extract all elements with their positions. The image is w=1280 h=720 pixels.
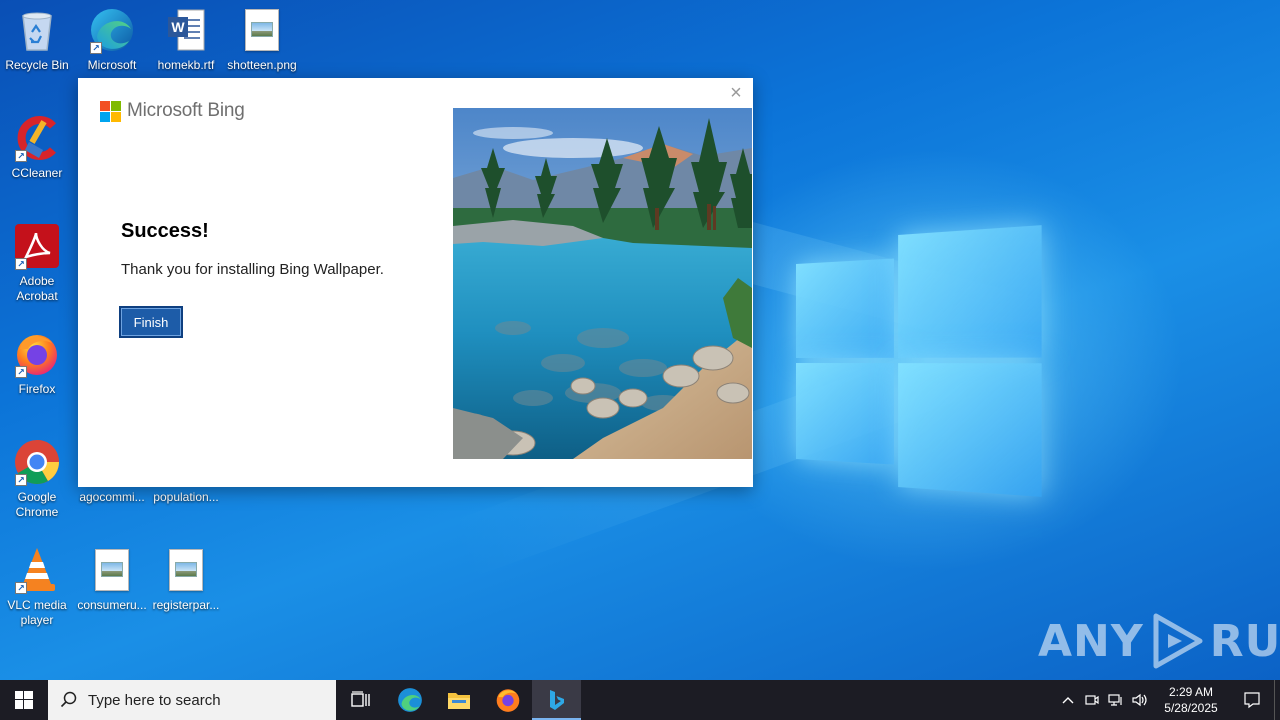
chevron-up-icon xyxy=(1062,697,1074,704)
icon-label: Recycle Bin xyxy=(5,58,69,72)
speaker-icon xyxy=(1132,693,1147,707)
clock-date: 5/28/2025 xyxy=(1164,701,1218,715)
desktop-icon-homekb[interactable]: W homekb.rtf xyxy=(149,6,223,73)
start-button[interactable] xyxy=(0,680,48,720)
camera-icon xyxy=(1085,695,1099,705)
icon-label: homekb.rtf xyxy=(157,58,215,72)
close-button[interactable]: × xyxy=(725,82,747,104)
ccleaner-icon: ↗ xyxy=(13,114,61,162)
taskbar-bing[interactable] xyxy=(532,680,581,720)
desktop-icon-consumeru[interactable]: consumeru... xyxy=(75,546,149,613)
icon-label: agocommi... xyxy=(79,490,145,504)
icon-label: Firefox xyxy=(18,382,56,396)
success-message: Thank you for installing Bing Wallpaper. xyxy=(121,261,384,278)
icon-label: registerpar... xyxy=(152,598,220,612)
recycle-bin-icon xyxy=(13,6,61,54)
watermark-text-left: ANY xyxy=(1038,615,1144,667)
taskbar-firefox[interactable] xyxy=(483,680,532,720)
icon-label: CCleaner xyxy=(11,166,63,180)
search-placeholder: Type here to search xyxy=(88,691,221,709)
windows-wallpaper-logo xyxy=(796,225,1042,497)
meet-now-button[interactable] xyxy=(1080,680,1104,720)
search-icon xyxy=(60,691,77,708)
desktop-icon-google-chrome[interactable]: ↗ Google Chrome xyxy=(0,438,74,520)
action-center-button[interactable] xyxy=(1230,680,1274,720)
image-file-icon xyxy=(238,6,286,54)
clock-time: 2:29 AM xyxy=(1168,685,1214,699)
chrome-icon: ↗ xyxy=(13,438,61,486)
edge-icon xyxy=(397,688,422,712)
desktop-icon-recycle-bin[interactable]: Recycle Bin xyxy=(0,6,74,73)
bing-wallpaper-installer-dialog: × Microsoft Bing Success! Thank you for … xyxy=(78,78,753,487)
network-button[interactable] xyxy=(1104,680,1128,720)
show-hidden-icons-button[interactable] xyxy=(1056,680,1080,720)
svg-text:W: W xyxy=(171,19,185,35)
icon-label: Adobe Acrobat xyxy=(16,274,58,303)
icon-label: shotteen.png xyxy=(227,58,297,72)
success-title: Success! xyxy=(121,220,209,242)
desktop-icon-vlc[interactable]: ↗ VLC media player xyxy=(0,546,74,628)
notification-icon xyxy=(1244,692,1260,709)
taskbar-search-box[interactable]: Type here to search xyxy=(48,680,336,720)
desktop-icon-microsoft-edge[interactable]: ↗ Microsoft Edge xyxy=(75,6,149,74)
icon-label: population... xyxy=(153,490,219,504)
desktop-icon-shotteen[interactable]: shotteen.png xyxy=(225,6,299,73)
word-document-icon: W xyxy=(162,6,210,54)
edge-icon: ↗ xyxy=(88,6,136,54)
taskbar-file-explorer[interactable] xyxy=(434,680,483,720)
icon-label: Google Chrome xyxy=(15,490,59,519)
file-explorer-icon xyxy=(447,693,470,709)
icon-label: Microsoft Edge xyxy=(87,58,137,74)
acrobat-icon: ↗ xyxy=(13,222,61,270)
firefox-icon xyxy=(496,689,519,712)
taskbar: Type here to search 2:29 AM 5/28/2025 xyxy=(0,680,1280,720)
vlc-icon: ↗ xyxy=(13,546,61,594)
brand-name: Microsoft Bing xyxy=(127,100,245,121)
task-view-button[interactable] xyxy=(336,680,385,720)
desktop-icon-registerpar[interactable]: registerpar... xyxy=(149,546,223,613)
bing-icon xyxy=(549,690,564,710)
desktop-icon-adobe-acrobat[interactable]: ↗ Adobe Acrobat xyxy=(0,222,74,304)
firefox-icon: ↗ xyxy=(13,330,61,378)
lake-tahoe-photo xyxy=(453,108,752,459)
play-logo-icon xyxy=(1153,613,1203,669)
taskbar-edge[interactable] xyxy=(385,680,434,720)
watermark-text-right: RUN xyxy=(1209,615,1280,667)
system-tray: 2:29 AM 5/28/2025 xyxy=(1056,680,1280,720)
microsoft-logo-icon xyxy=(100,100,121,122)
taskbar-clock[interactable]: 2:29 AM 5/28/2025 xyxy=(1156,684,1226,716)
anyrun-watermark: ANY RUN xyxy=(1038,610,1280,672)
show-desktop-button[interactable] xyxy=(1274,680,1280,720)
desktop-icon-ccleaner[interactable]: ↗ CCleaner xyxy=(0,114,74,181)
icon-label: consumeru... xyxy=(77,598,147,612)
volume-button[interactable] xyxy=(1128,680,1152,720)
task-view-icon xyxy=(350,691,370,707)
windows-start-icon xyxy=(15,691,33,709)
icon-label: VLC media player xyxy=(7,598,67,627)
image-file-icon xyxy=(162,546,210,594)
image-file-icon xyxy=(88,546,136,594)
finish-button[interactable]: Finish xyxy=(119,306,183,338)
desktop-icon-firefox[interactable]: ↗ Firefox xyxy=(0,330,74,397)
brand-header: Microsoft Bing xyxy=(100,100,245,122)
network-icon xyxy=(1108,694,1122,706)
desktop: Recycle Bin ↗ Microsoft Edge W homekb.rt… xyxy=(0,0,1280,680)
